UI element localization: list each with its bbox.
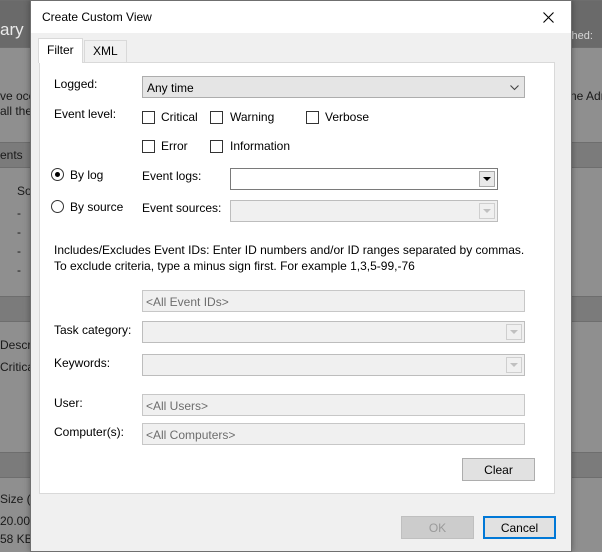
critical-label: Critical: [161, 110, 198, 124]
logged-label: Logged:: [54, 77, 98, 91]
ok-button[interactable]: OK: [401, 516, 474, 539]
computer-label: Computer(s):: [54, 425, 125, 439]
chevron-down-icon: [510, 85, 519, 91]
tab-xml[interactable]: XML: [84, 40, 127, 62]
clear-button-label: Clear: [484, 462, 513, 477]
information-checkbox[interactable]: [210, 140, 223, 153]
dialog-title: Create Custom View: [42, 10, 152, 24]
dropdown-arrow-icon: [479, 171, 495, 187]
event-ids-placeholder: <All Event IDs>: [146, 295, 229, 309]
tab-xml-label: XML: [93, 44, 118, 58]
event-sources-label: Event sources:: [142, 201, 222, 215]
by-log-radio[interactable]: [51, 168, 64, 181]
verbose-label: Verbose: [325, 110, 370, 124]
background-row-dash: -: [17, 206, 21, 220]
filter-panel: Logged: Any time Event level: Critical W…: [39, 62, 555, 494]
error-checkbox[interactable]: [142, 140, 155, 153]
close-icon: [542, 11, 554, 23]
event-logs-label: Event logs:: [142, 169, 202, 183]
user-placeholder: <All Users>: [146, 399, 209, 413]
background-row-dash: -: [17, 263, 21, 277]
logged-dropdown[interactable]: Any time: [142, 76, 525, 98]
tab-filter[interactable]: Filter: [38, 38, 83, 63]
tab-filter-label: Filter: [47, 43, 74, 57]
user-label: User:: [54, 396, 83, 410]
dropdown-arrow-icon: [506, 357, 522, 373]
event-logs-dropdown[interactable]: [230, 168, 498, 190]
dropdown-arrow-icon: [506, 324, 522, 340]
dropdown-arrow-icon: [479, 203, 495, 219]
cancel-button-label: Cancel: [500, 520, 539, 535]
event-sources-dropdown[interactable]: [230, 200, 498, 222]
event-level-label: Event level:: [54, 107, 117, 121]
background-row-dash: -: [17, 225, 21, 239]
background-title: ary: [0, 20, 24, 39]
ok-button-label: OK: [428, 520, 447, 535]
computer-input[interactable]: <All Computers>: [142, 423, 525, 445]
background-band-text: ents: [0, 148, 23, 162]
keywords-label: Keywords:: [54, 356, 111, 370]
task-category-dropdown[interactable]: [142, 321, 525, 343]
warning-checkbox[interactable]: [210, 111, 223, 124]
event-ids-input[interactable]: <All Event IDs>: [142, 290, 525, 312]
task-category-label: Task category:: [54, 323, 132, 337]
critical-checkbox[interactable]: [142, 111, 155, 124]
background-line2-left: all the: [0, 104, 33, 118]
event-ids-description: Includes/Excludes Event IDs: Enter ID nu…: [54, 243, 525, 273]
logged-value: Any time: [147, 81, 194, 95]
background-row-dash: -: [17, 244, 21, 258]
user-input[interactable]: <All Users>: [142, 394, 525, 416]
create-custom-view-dialog: Create Custom View Filter XML Logged: An…: [30, 0, 572, 552]
computer-placeholder: <All Computers>: [146, 428, 236, 442]
close-button[interactable]: [525, 1, 571, 33]
by-log-label: By log: [70, 168, 104, 182]
verbose-checkbox[interactable]: [306, 111, 319, 124]
by-source-radio[interactable]: [51, 200, 64, 213]
by-source-label: By source: [70, 200, 124, 214]
keywords-dropdown[interactable]: [142, 354, 525, 376]
title-bar: Create Custom View: [31, 1, 571, 33]
warning-label: Warning: [230, 110, 275, 124]
error-label: Error: [161, 139, 188, 153]
information-label: Information: [230, 139, 291, 153]
clear-button[interactable]: Clear: [462, 458, 535, 481]
background-critical: Critica: [0, 360, 35, 374]
cancel-button[interactable]: Cancel: [483, 516, 556, 539]
background-line1-right: ne Adr: [570, 89, 602, 103]
